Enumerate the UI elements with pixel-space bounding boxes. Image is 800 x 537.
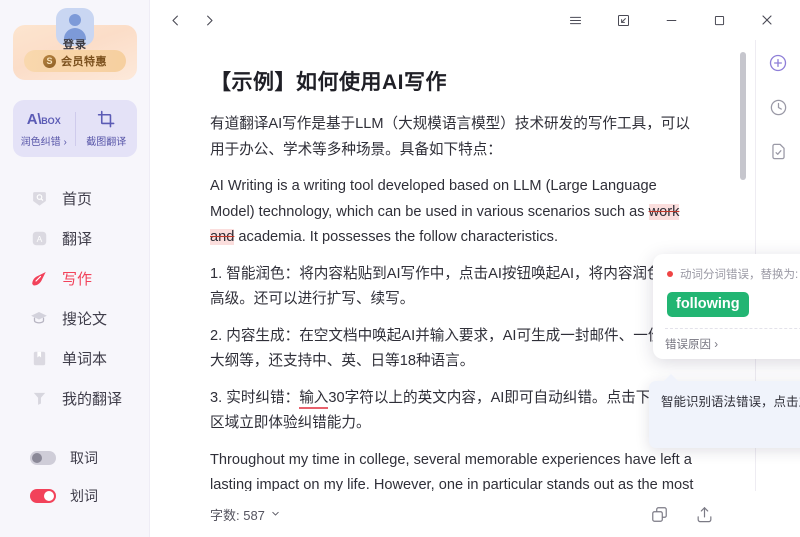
- abox-a: A\: [27, 111, 41, 128]
- nav-forward-button[interactable]: [192, 5, 226, 35]
- error-reason-link[interactable]: 错误原因 ›: [665, 336, 718, 352]
- sidebar-item-home[interactable]: 首页: [0, 178, 150, 218]
- nav-back-button[interactable]: [158, 5, 192, 35]
- vip-offer-button[interactable]: S 会员特惠: [24, 50, 126, 72]
- sidebar-item-writing[interactable]: 写作: [0, 258, 150, 298]
- tool-screenshot-translate[interactable]: 截图翻译: [76, 100, 138, 157]
- sidebar-item-wordbook[interactable]: 单词本: [0, 338, 150, 378]
- grammar-suggestion-chip[interactable]: following: [667, 292, 749, 317]
- translate-a-icon: A: [30, 229, 48, 247]
- close-icon[interactable]: [750, 5, 784, 35]
- sidebar-item-search-paper[interactable]: 搜论文: [0, 298, 150, 338]
- maximize-icon[interactable]: [702, 5, 736, 35]
- tool-card: A\BOX 润色纠错 › 截图翻译: [13, 100, 137, 157]
- paragraph-en-essay: Throughout my time in college, several m…: [210, 448, 695, 492]
- clock-history-icon[interactable]: [765, 94, 791, 120]
- popout-icon[interactable]: [606, 5, 640, 35]
- pen-writing-icon: [30, 269, 48, 287]
- notebook-icon: [30, 349, 48, 367]
- sidebar-item-search-paper-label: 搜论文: [62, 308, 107, 329]
- login-card[interactable]: 登录 S 会员特惠: [13, 25, 137, 80]
- my-translation-icon: [30, 389, 48, 407]
- paragraph-feature-3: 3. 实时纠错：输入30字符以上的英文内容，AI即可自动纠错。点击下方划线区域立…: [210, 386, 695, 437]
- avatar-head-shape: [69, 14, 81, 26]
- sidebar-item-home-label: 首页: [62, 188, 92, 209]
- window-controls: [558, 5, 784, 35]
- switch-word-select-label: 划词: [70, 486, 98, 506]
- switch-word-pickup[interactable]: 取词: [0, 439, 150, 477]
- word-count-selector[interactable]: 字数: 587: [210, 505, 281, 524]
- hint-popup-text: 智能识别语法错误，点击立即修改: [661, 391, 800, 410]
- sidebar-item-my-translation[interactable]: 我的翻译: [0, 378, 150, 418]
- grammar-popup-message: 动词分词错误，替换为:: [680, 266, 798, 282]
- tool-polish-correct[interactable]: A\BOX 润色纠错 ›: [13, 100, 75, 157]
- tool-screenshot-label: 截图翻译: [86, 133, 126, 148]
- grammar-hint-popup: 智能识别语法错误，点击立即修改 我知道了: [649, 381, 800, 448]
- paragraph-text: Throughout my time in college, several m…: [210, 452, 693, 492]
- grammar-popup-footer: 错误原因 ›: [665, 328, 800, 359]
- titlebar: [150, 0, 800, 40]
- paragraph-cn-intro: 有道翻译AI写作是基于LLM（大规模语言模型）技术研发的写作工具，可以用于办公、…: [210, 112, 695, 163]
- document-wrapper: 【示例】如何使用AI写作 有道翻译AI写作是基于LLM（大规模语言模型）技术研发…: [150, 40, 800, 491]
- login-label: 登录: [63, 36, 87, 52]
- paragraph-feature-1: 1. 智能润色：将内容粘贴到AI写作中，点击AI按钮唤起AI，将内容润色得更高级…: [210, 262, 695, 313]
- sidebar-nav: 首页 A 翻译 写作 搜论文: [0, 178, 150, 418]
- page-title: 【示例】如何使用AI写作: [210, 66, 695, 96]
- word-pickup-toggle[interactable]: [30, 451, 56, 465]
- paragraph-text: 3. 实时纠错：: [210, 390, 299, 406]
- svg-text:A: A: [36, 234, 42, 244]
- graduation-cap-icon: [30, 309, 48, 327]
- sidebar-item-translate-label: 翻译: [62, 228, 92, 249]
- abox-icon: A\BOX: [27, 110, 61, 130]
- sidebar: 登录 S 会员特惠 A\BOX 润色纠错 ›: [0, 0, 150, 537]
- copy-icon[interactable]: [650, 505, 669, 524]
- paragraph-feature-2: 2. 内容生成：在空文档中唤起AI并输入要求，AI可生成一封邮件、一份论文大纲等…: [210, 324, 695, 375]
- sidebar-item-translate[interactable]: A 翻译: [0, 218, 150, 258]
- menu-icon[interactable]: [558, 5, 592, 35]
- sidebar-item-wordbook-label: 单词本: [62, 348, 107, 369]
- main-panel: 【示例】如何使用AI写作 有道翻译AI写作是基于LLM（大规模语言模型）技术研发…: [150, 0, 800, 537]
- word-select-toggle[interactable]: [30, 489, 56, 503]
- app-window: 登录 S 会员特惠 A\BOX 润色纠错 ›: [0, 0, 800, 537]
- tool-polish-label: 润色纠错 ›: [21, 133, 67, 148]
- sidebar-switches: 取词 划词: [0, 439, 150, 515]
- toggle-knob: [44, 491, 54, 501]
- paragraph-text: academia. It possesses the follow charac…: [234, 229, 558, 245]
- switch-word-select[interactable]: 划词: [0, 477, 150, 515]
- sidebar-item-my-translation-label: 我的翻译: [62, 388, 122, 409]
- bottom-bar: 字数: 587: [150, 491, 800, 537]
- grammar-popup-header: 动词分词错误，替换为:: [667, 266, 800, 282]
- bottom-bar-actions: [650, 505, 800, 524]
- grammar-suggestion-popup: 动词分词错误，替换为: following 错误原因 ›: [653, 254, 800, 359]
- chevron-down-icon: [270, 507, 281, 522]
- share-upload-icon[interactable]: [695, 505, 714, 524]
- abox-box: BOX: [41, 116, 61, 126]
- home-search-icon: [30, 189, 48, 207]
- sidebar-item-writing-label: 写作: [62, 268, 92, 289]
- paragraph-text: AI Writing is a writing tool developed b…: [210, 178, 657, 220]
- underlined-error-text[interactable]: 输入: [299, 390, 328, 409]
- crop-icon: [97, 110, 116, 130]
- minimize-icon[interactable]: [654, 5, 688, 35]
- coin-icon: S: [43, 55, 56, 68]
- plus-circle-icon[interactable]: [765, 50, 791, 76]
- document-check-icon[interactable]: [765, 138, 791, 164]
- vip-offer-label: 会员特惠: [61, 53, 107, 69]
- scrollbar-thumb[interactable]: [740, 52, 746, 180]
- error-dot-icon: [667, 271, 673, 277]
- toggle-knob: [32, 453, 42, 463]
- paragraph-en-intro: AI Writing is a writing tool developed b…: [210, 174, 695, 251]
- word-count-label: 字数: 587: [210, 505, 265, 524]
- switch-word-pickup-label: 取词: [70, 448, 98, 468]
